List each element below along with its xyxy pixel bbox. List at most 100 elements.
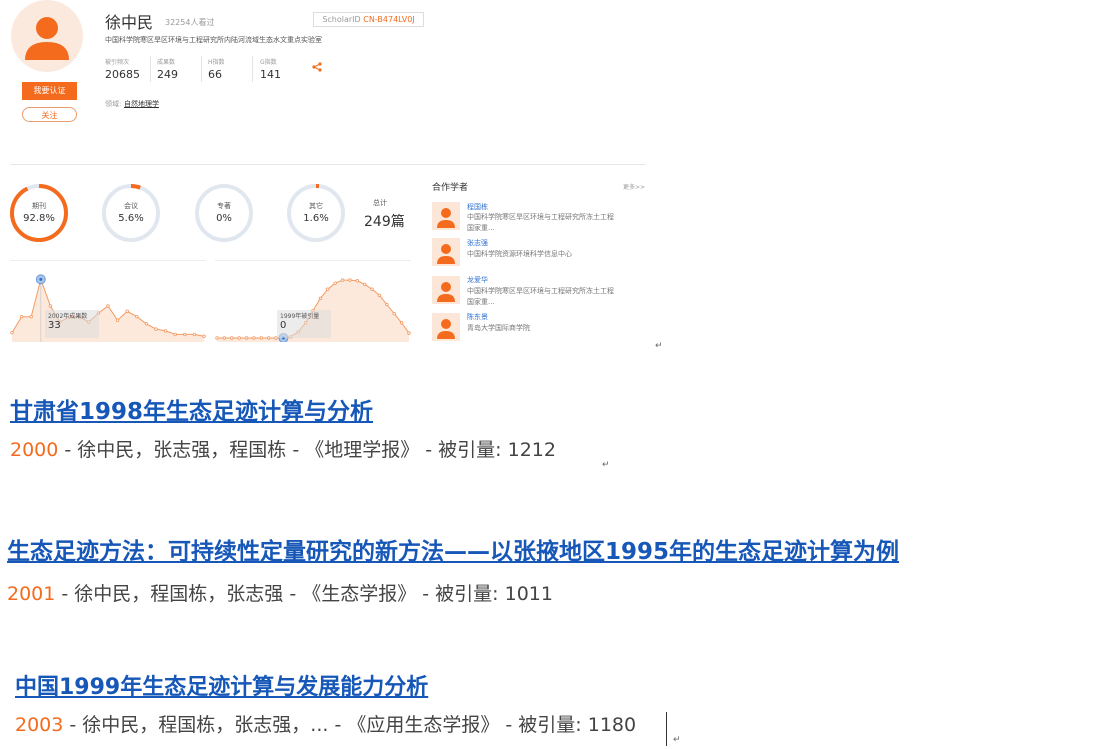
paper-meta: 2001 - 徐中民，程国栋，张志强 - 《生态学报》 - 被引量: 1011 <box>7 579 553 606</box>
coauthor-name[interactable]: 陈东景 <box>467 312 488 322</box>
citation-tooltip: 1999年被引量 0 <box>277 310 331 338</box>
data-point[interactable] <box>252 336 256 340</box>
data-point[interactable] <box>340 278 345 282</box>
paper-authors: - 徐中民，程国栋，张志强，... - <box>63 714 348 736</box>
data-point[interactable] <box>19 314 24 319</box>
data-point[interactable] <box>48 304 53 308</box>
data-point[interactable] <box>392 311 396 316</box>
scholar-name: 徐中民 <box>105 13 154 32</box>
data-point[interactable] <box>202 334 206 338</box>
data-point[interactable] <box>326 287 330 291</box>
coauthor-name[interactable]: 龙爱华 <box>467 275 488 285</box>
data-point[interactable] <box>362 282 367 287</box>
data-point[interactable] <box>355 279 360 283</box>
data-point[interactable] <box>244 336 249 340</box>
data-point[interactable] <box>106 304 110 308</box>
data-point[interactable] <box>135 314 139 319</box>
coauthors-more-link[interactable]: 更多>> <box>623 182 645 191</box>
data-point[interactable] <box>348 278 352 282</box>
section-divider <box>10 164 646 165</box>
data-point[interactable] <box>10 330 14 335</box>
paper-title-link[interactable]: 生态足迹方法：可持续性定量研究的新方法——以张掖地区1995年的生态足迹计算为例 <box>7 532 899 566</box>
coauthor-affiliation: 中国科学院寒区旱区环境与工程研究所冻土工程国家重... <box>467 213 614 232</box>
data-point[interactable] <box>115 318 120 322</box>
follow-button[interactable]: 关注 <box>22 107 77 122</box>
data-point[interactable] <box>399 321 404 325</box>
scholar-id-value: CN-B474LV0J <box>363 15 415 24</box>
paper-title-link[interactable]: 甘肃省1998年生态足迹计算与分析 <box>10 392 373 426</box>
data-point[interactable] <box>385 302 389 307</box>
stat-value-outputs: 249 <box>157 68 178 81</box>
data-point[interactable] <box>29 314 33 319</box>
data-point[interactable] <box>333 281 337 285</box>
data-point[interactable] <box>370 287 374 291</box>
affiliation: 中国科学院寒区旱区环境与工程研究所内陆河流域生态水文重点实验室 <box>105 36 322 44</box>
paper-title-link[interactable]: 中国1999年生态足迹计算与发展能力分析 <box>15 669 428 701</box>
ring-label-other: 其它 <box>309 202 323 210</box>
coauthor-avatar[interactable] <box>432 313 460 341</box>
return-mark: ↵ <box>655 341 663 351</box>
chart-divider <box>10 260 206 261</box>
data-point[interactable] <box>163 329 168 333</box>
total-value: 249篇 <box>364 214 405 230</box>
highlighted-point-core <box>39 277 43 281</box>
stat-value-h-index: 66 <box>208 68 222 81</box>
stat-label-g-index: G指数 <box>260 59 277 66</box>
output-tooltip: 2002年成果数 33 <box>45 310 99 338</box>
data-point[interactable] <box>259 336 264 340</box>
tooltip-label: 1999年被引量 <box>280 313 320 320</box>
coauthor-avatar[interactable] <box>432 276 460 304</box>
coauthor-name[interactable]: 张志强 <box>467 238 488 248</box>
coauthors-title: 合作学者 <box>432 183 469 193</box>
paper-journal: 《应用生态学报》 <box>347 714 500 736</box>
data-point[interactable] <box>173 332 177 337</box>
return-mark: ↵ <box>673 735 681 745</box>
paper-meta: 2003 - 徐中民，程国栋，张志强，... - 《应用生态学报》 - 被引量:… <box>15 710 636 737</box>
data-point[interactable] <box>222 336 227 340</box>
data-point[interactable] <box>407 331 411 335</box>
data-point[interactable] <box>237 336 241 340</box>
data-point[interactable] <box>125 309 129 314</box>
data-point[interactable] <box>266 336 271 340</box>
field-link[interactable]: 自然地理学 <box>124 99 159 109</box>
view-count: 32254人看过 <box>165 18 215 27</box>
data-point[interactable] <box>215 336 219 340</box>
coauthor-affiliation: 中国科学院资源环境科学信息中心 <box>467 250 572 258</box>
stat-divider <box>252 56 253 82</box>
ring-value-monograph: 0% <box>216 213 232 224</box>
stat-value-g-index: 141 <box>260 68 281 81</box>
person-avatar-icon <box>437 282 455 302</box>
data-point[interactable] <box>183 332 187 337</box>
field-label: 领域: <box>105 100 122 108</box>
data-point[interactable] <box>154 327 158 331</box>
paper-authors: - 徐中民，程国栋，张志强 - <box>55 583 303 605</box>
data-point[interactable] <box>377 293 382 298</box>
total-label: 总计 <box>373 199 387 207</box>
verify-button[interactable]: 我要认证 <box>22 82 77 100</box>
tooltip-value: 33 <box>48 320 61 331</box>
paper-citations: - 被引量: 1011 <box>416 583 553 605</box>
scholar-id-badge: ScholarID CN-B474LV0J <box>313 12 424 27</box>
paper-citations: - 被引量: 1180 <box>499 714 637 736</box>
ring-value-conference: 5.6% <box>118 213 144 224</box>
stat-divider <box>201 56 202 82</box>
data-point[interactable] <box>192 332 197 337</box>
tooltip-value: 0 <box>280 320 287 331</box>
paper-authors: - 徐中民，张志强，程国栋 - <box>58 439 306 461</box>
coauthor-avatar[interactable] <box>432 202 460 230</box>
data-point[interactable] <box>230 336 234 340</box>
ring-value-other: 1.6% <box>303 213 329 224</box>
paper-citations: - 被引量: 1212 <box>419 439 556 461</box>
paper-meta: 2000 - 徐中民，张志强，程国栋 - 《地理学报》 - 被引量: 1212 <box>10 435 556 462</box>
ring-value-journal: 92.8% <box>23 213 55 224</box>
coauthor-avatar[interactable] <box>432 238 460 266</box>
person-avatar-icon <box>437 319 455 339</box>
data-point[interactable] <box>144 322 149 326</box>
share-icon[interactable] <box>312 57 322 76</box>
data-point[interactable] <box>318 296 323 301</box>
paper-year: 2001 <box>7 583 56 605</box>
coauthor-name[interactable]: 程国栋 <box>467 202 488 212</box>
paper-journal: 《生态学报》 <box>302 583 417 605</box>
scholar-id-label: ScholarID <box>322 15 364 24</box>
coauthor-affiliation: 中国科学院寒区旱区环境与工程研究所冻土工程国家重... <box>467 287 614 306</box>
